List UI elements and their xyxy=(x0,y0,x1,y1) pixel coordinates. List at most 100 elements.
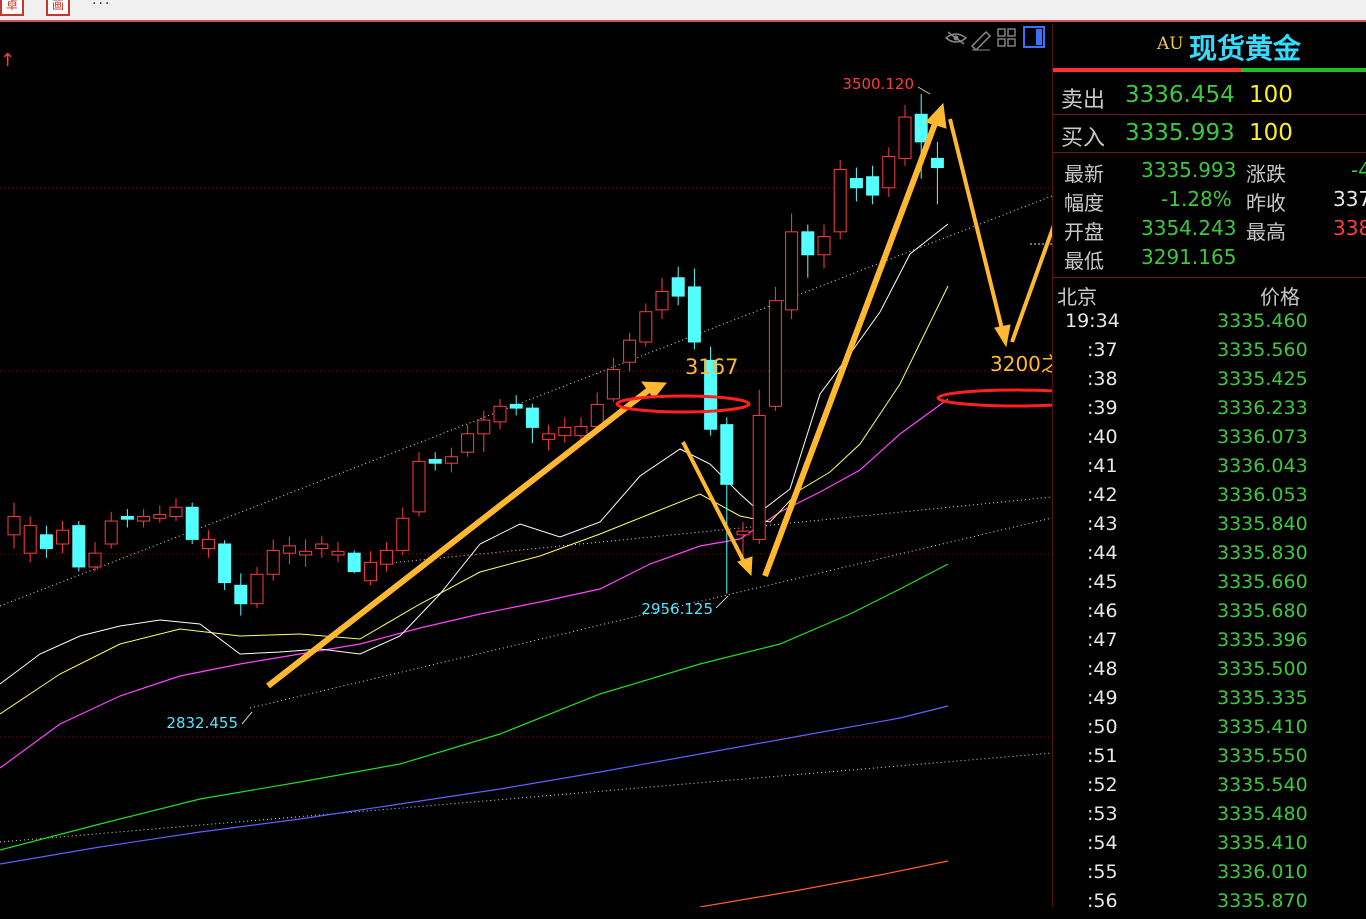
divider xyxy=(1053,152,1366,153)
tick-row: :53 3335.480 xyxy=(1053,803,1366,832)
tick-row: :56 3335.870 xyxy=(1053,890,1366,919)
candle-up xyxy=(299,550,313,556)
candle-down xyxy=(866,176,880,196)
candle-up xyxy=(558,426,572,437)
tick-time: :51 xyxy=(1087,745,1118,767)
candle-up xyxy=(898,116,912,159)
tick-time: :48 xyxy=(1087,658,1118,680)
pct-label: 幅度 xyxy=(1064,191,1104,215)
candle-down xyxy=(234,584,248,605)
tick-price: 3336.043 xyxy=(1217,455,1308,477)
tick-row: :55 3336.010 xyxy=(1053,861,1366,890)
high-price-label: 3500.120 xyxy=(842,75,914,93)
tick-row: :50 3335.410 xyxy=(1053,716,1366,745)
tick-row: :51 3335.550 xyxy=(1053,745,1366,774)
up-arrow-indicator: ↑ xyxy=(0,50,15,71)
tick-row: :40 3336.073 xyxy=(1053,426,1366,455)
resistance-ellipse xyxy=(615,394,751,414)
latest-label: 最新 xyxy=(1064,162,1104,186)
toolbar-icon-2[interactable]: 画 xyxy=(46,0,70,16)
tick-time: :49 xyxy=(1087,687,1118,709)
candle-up xyxy=(768,300,782,407)
candle-down xyxy=(849,178,863,189)
low-value: 3291.165 xyxy=(1141,245,1237,269)
tick-row: :38 3335.425 xyxy=(1053,368,1366,397)
tick-row: :41 3336.043 xyxy=(1053,455,1366,484)
tick-time: :46 xyxy=(1087,600,1118,622)
tick-price: 3336.233 xyxy=(1217,397,1308,419)
tick-time: :37 xyxy=(1087,339,1118,361)
tick-row: :49 3335.335 xyxy=(1053,687,1366,716)
tick-row: :37 3335.560 xyxy=(1053,339,1366,368)
pencil-icon[interactable] xyxy=(970,30,992,52)
support-ellipse xyxy=(936,388,1052,408)
candle-down xyxy=(671,277,685,297)
tick-row: :48 3335.500 xyxy=(1053,658,1366,687)
ma20-line xyxy=(0,398,949,769)
candle-up xyxy=(655,291,669,311)
arrow-up-3 xyxy=(1010,224,1052,343)
buy-row: 买入 3335.993 100 xyxy=(1053,116,1366,153)
tick-time: :40 xyxy=(1087,426,1118,448)
candle-up xyxy=(331,550,345,556)
sell-ratio-bar xyxy=(1053,68,1241,72)
ma60-line xyxy=(0,563,949,851)
arrow-down-2 xyxy=(948,118,1004,330)
candle-up xyxy=(315,543,329,550)
candle-up xyxy=(88,552,102,568)
candle-up xyxy=(752,414,766,540)
tick-row: :39 3336.233 xyxy=(1053,397,1366,426)
tick-time: :42 xyxy=(1087,484,1118,506)
candle-down xyxy=(185,506,199,540)
tick-row: :45 3335.660 xyxy=(1053,571,1366,600)
tick-price: 3336.053 xyxy=(1217,484,1308,506)
panel-toggle-icon[interactable] xyxy=(1023,26,1045,48)
ma250-line xyxy=(699,860,949,907)
tick-price: 3335.550 xyxy=(1217,745,1308,767)
tick-time: :43 xyxy=(1087,513,1118,535)
arrow-down-2-head xyxy=(994,324,1011,348)
open-value: 3354.243 xyxy=(1141,216,1237,240)
candle-up xyxy=(282,545,296,554)
candle-down xyxy=(720,424,734,485)
more-menu-icon[interactable]: ... xyxy=(92,0,111,8)
sell-row: 卖出 3336.454 100 xyxy=(1053,78,1366,115)
grid-icon[interactable] xyxy=(997,28,1016,47)
divider xyxy=(1053,277,1366,278)
tick-price: 3335.540 xyxy=(1217,774,1308,796)
prev-close-value: 337 xyxy=(1333,187,1366,211)
low-price-label-1: 2832.455 xyxy=(166,714,238,732)
candle-up xyxy=(444,456,458,464)
open-label: 开盘 xyxy=(1064,220,1104,244)
tick-time: :45 xyxy=(1087,571,1118,593)
tick-time: :53 xyxy=(1087,803,1118,825)
arrow-down-1-head xyxy=(737,556,753,577)
candle-down xyxy=(347,552,361,573)
top-toolbar: 卓 画 ... xyxy=(0,0,1366,22)
change-value: -4 xyxy=(1351,158,1366,182)
high-value: 338 xyxy=(1333,216,1366,240)
candle-up xyxy=(396,517,410,551)
buy-volume: 100 xyxy=(1249,120,1293,146)
candle-up xyxy=(785,231,799,311)
candle-up xyxy=(542,433,556,440)
candlestick-chart[interactable]: 3500.120 2832.455 2956.125 3167 3200之上 ↑ xyxy=(0,24,1052,907)
arrow-up-2 xyxy=(762,119,939,578)
candle-up xyxy=(493,405,507,423)
tick-row: :44 3335.830 xyxy=(1053,542,1366,571)
tick-time: :50 xyxy=(1087,716,1118,738)
tick-row: :43 3335.840 xyxy=(1053,513,1366,542)
candle-up xyxy=(380,549,394,565)
candle-up xyxy=(104,520,118,545)
candle-up xyxy=(736,530,750,536)
arrow-up-2-head xyxy=(925,102,947,129)
low1-label-leader xyxy=(241,711,253,725)
eye-icon[interactable] xyxy=(944,31,968,45)
candle-down xyxy=(428,459,442,464)
candle-up xyxy=(266,549,280,575)
toolbar-icon-1[interactable]: 卓 xyxy=(0,0,24,16)
candle-up xyxy=(606,369,620,400)
candle-up xyxy=(477,419,491,435)
instrument-title: AU 现货黄金 xyxy=(1053,24,1366,68)
arrow-up-1 xyxy=(266,386,652,689)
